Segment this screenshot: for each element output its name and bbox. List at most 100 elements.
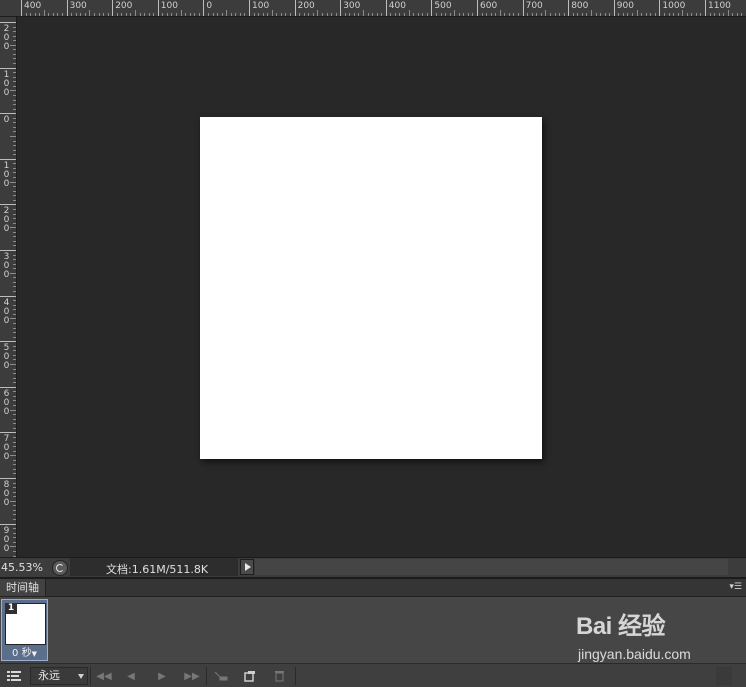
- ruler-minor-tick: [10, 455, 16, 457]
- status-info-icon[interactable]: [52, 560, 68, 576]
- panel-resize-handle[interactable]: [716, 667, 732, 685]
- tween-icon[interactable]: [208, 667, 234, 685]
- ruler-tick: [522, 0, 524, 16]
- ruler-minor-tick: [25, 13, 27, 16]
- duplicate-frame-icon[interactable]: [237, 667, 263, 685]
- panel-header: 时间轴 ▾☰: [0, 579, 746, 597]
- play-icon[interactable]: ▶: [149, 667, 175, 685]
- ruler-minor-tick: [10, 136, 16, 137]
- ruler-minor-tick: [13, 491, 16, 493]
- ruler-minor-tick: [207, 13, 209, 16]
- frames-area: 1 0 秒▼: [0, 597, 746, 662]
- panel-menu-icon[interactable]: ▾☰: [728, 582, 742, 592]
- ruler-minor-tick: [495, 13, 497, 16]
- ruler-minor-tick: [13, 468, 16, 470]
- next-frame-icon[interactable]: ▶▶: [179, 667, 205, 685]
- ruler-minor-tick: [13, 104, 16, 106]
- ruler-origin[interactable]: [0, 0, 17, 17]
- tab-timeline[interactable]: 时间轴: [0, 579, 46, 596]
- ruler-minor-tick: [13, 131, 16, 133]
- frame-delay-select[interactable]: 0 秒▼: [2, 644, 47, 659]
- horizontal-scrollbar[interactable]: [255, 559, 728, 575]
- trash-icon[interactable]: [266, 667, 292, 685]
- ruler-minor-tick: [13, 108, 16, 110]
- prev-frame-icon[interactable]: ◀: [118, 667, 144, 685]
- ruler-minor-tick: [604, 13, 606, 16]
- ruler-minor-tick: [130, 13, 132, 16]
- ruler-tick: [0, 204, 16, 206]
- ruler-minor-tick: [221, 13, 223, 16]
- ruler-tick: [613, 0, 615, 16]
- ruler-minor-tick: [13, 464, 16, 466]
- ruler-minor-tick: [13, 49, 16, 51]
- ruler-label: 5 0 0: [3, 343, 10, 372]
- ruler-minor-tick: [353, 13, 355, 16]
- ruler-minor-tick: [13, 40, 16, 42]
- ruler-minor-tick: [230, 13, 232, 16]
- status-menu-arrow-icon[interactable]: [240, 559, 254, 575]
- canvas-area[interactable]: [17, 17, 746, 557]
- ruler-minor-tick: [440, 13, 442, 16]
- ruler-minor-tick: [148, 13, 150, 16]
- ruler-minor-tick: [321, 13, 323, 16]
- loop-options-select[interactable]: 永远: [30, 667, 88, 685]
- ruler-minor-tick: [13, 85, 16, 87]
- ruler-minor-tick: [262, 13, 264, 16]
- ruler-minor-tick: [235, 13, 237, 16]
- ruler-minor-tick: [394, 13, 396, 16]
- ruler-minor-tick: [467, 13, 469, 16]
- ruler-minor-tick: [632, 13, 634, 16]
- ruler-minor-tick: [116, 13, 118, 16]
- ruler-minor-tick: [326, 13, 328, 16]
- ruler-minor-tick: [13, 505, 16, 507]
- ruler-minor-tick: [714, 13, 716, 16]
- ruler-minor-tick: [13, 395, 16, 397]
- ruler-label: 1 0 0: [3, 160, 10, 189]
- animation-frame[interactable]: 1 0 秒▼: [1, 599, 48, 661]
- ruler-minor-tick: [217, 13, 219, 16]
- ruler-minor-tick: [13, 400, 16, 402]
- ruler-minor-tick: [668, 13, 670, 16]
- ruler-minor-tick: [13, 213, 16, 215]
- ruler-minor-tick: [10, 272, 16, 274]
- ruler-minor-tick: [609, 13, 611, 16]
- ruler-minor-tick: [10, 364, 16, 365]
- first-frame-icon[interactable]: ◀◀: [91, 667, 117, 685]
- ruler-minor-tick: [13, 186, 16, 188]
- ruler-minor-tick: [13, 218, 16, 220]
- ruler-minor-tick: [367, 13, 369, 16]
- ruler-minor-tick: [125, 13, 127, 16]
- ruler-minor-tick: [549, 13, 551, 16]
- ruler-minor-tick: [540, 13, 542, 16]
- ruler-minor-tick: [13, 199, 16, 201]
- ruler-minor-tick: [299, 13, 301, 16]
- ruler-label: 200: [297, 1, 315, 11]
- ruler-label: 0: [206, 1, 213, 11]
- ruler-minor-tick: [13, 190, 16, 192]
- ruler-minor-tick: [472, 13, 474, 16]
- ruler-minor-tick: [13, 122, 16, 124]
- horizontal-ruler[interactable]: 400 300 200 100 0 100 200 300 400 500 600 700 800 900…: [16, 0, 746, 17]
- ruler-minor-tick: [13, 377, 16, 379]
- ruler-minor-tick: [62, 13, 64, 16]
- frame-number: 1: [5, 603, 17, 614]
- ruler-minor-tick: [13, 327, 16, 329]
- ruler-label: 7 0 0: [3, 434, 10, 463]
- ruler-label: 4 0 0: [3, 297, 10, 326]
- ruler-minor-tick: [13, 149, 16, 151]
- ruler-label: 500: [434, 1, 452, 11]
- ruler-minor-tick: [13, 414, 16, 416]
- ruler-tick: [0, 67, 16, 69]
- ruler-label: 400: [24, 1, 42, 11]
- ruler-minor-tick: [563, 13, 565, 16]
- vertical-ruler[interactable]: 2 0 0 1 0 0 0 1 0 0 2 0 0 3 0 0 4 0 0 5 0 0 6 0 …: [0, 17, 17, 557]
- document-canvas[interactable]: [200, 117, 542, 459]
- ruler-minor-tick: [408, 10, 410, 16]
- zoom-level[interactable]: 45.53%: [1, 561, 43, 574]
- ruler-tick: [385, 0, 387, 16]
- convert-icon[interactable]: [1, 667, 27, 685]
- ruler-minor-tick: [212, 13, 214, 16]
- ruler-minor-tick: [13, 195, 16, 197]
- ruler-minor-tick: [463, 13, 465, 16]
- ruler-minor-tick: [13, 427, 16, 429]
